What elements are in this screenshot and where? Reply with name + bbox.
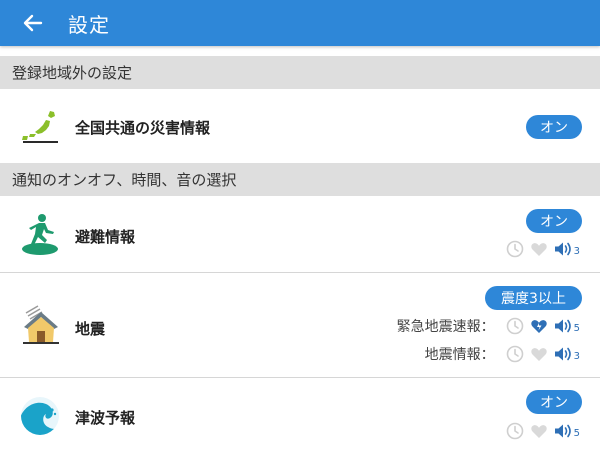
speaker-icon[interactable]: 5 <box>553 422 580 440</box>
row-label: 全国共通の災害情報 <box>75 119 211 137</box>
section-header-notification: 通知のオンオフ、時間、音の選択 <box>0 163 600 196</box>
clock-icon[interactable] <box>505 239 525 259</box>
back-arrow-icon[interactable] <box>22 12 44 34</box>
tsunami-settings: 5 <box>501 421 580 441</box>
app-bar: 設定 <box>0 0 600 46</box>
section-header-outside-region: 登録地域外の設定 <box>0 56 600 89</box>
wave-icon <box>20 396 60 440</box>
japan-map-icon <box>20 109 60 147</box>
eew-label: 緊急地震速報： <box>396 319 495 335</box>
toggle-on-button[interactable]: オン <box>526 209 582 233</box>
house-earthquake-icon <box>18 303 62 351</box>
eew-settings: 緊急地震速報： 5 <box>397 316 580 336</box>
row-earthquake[interactable]: 地震 震度3以上 緊急地震速報： 5 地震情報： 3 <box>0 273 600 377</box>
heart-icon[interactable] <box>529 239 549 259</box>
volume-level: 3 <box>573 351 580 362</box>
row-label: 津波予報 <box>75 409 136 427</box>
earthquake-info-label: 地震情報： <box>424 347 495 363</box>
intensity-threshold-button[interactable]: 震度3以上 <box>485 286 582 310</box>
toggle-on-button[interactable]: オン <box>526 115 582 139</box>
speaker-icon[interactable]: 3 <box>553 240 580 258</box>
toggle-on-button[interactable]: オン <box>526 390 582 414</box>
page-title: 設定 <box>68 12 110 37</box>
clock-icon[interactable] <box>505 316 525 336</box>
row-tsunami[interactable]: 津波予報 オン 5 <box>0 378 600 450</box>
clock-icon[interactable] <box>505 344 525 364</box>
row-common-disaster[interactable]: 全国共通の災害情報 オン <box>0 89 600 163</box>
running-person-icon <box>20 212 60 260</box>
row-label: 地震 <box>75 320 106 338</box>
speaker-icon[interactable]: 3 <box>553 345 580 363</box>
heart-icon[interactable] <box>529 421 549 441</box>
volume-level: 3 <box>573 246 580 257</box>
evacuation-settings: 3 <box>501 239 580 259</box>
clock-icon[interactable] <box>505 421 525 441</box>
heart-icon-active[interactable] <box>529 316 549 336</box>
volume-level: 5 <box>573 428 580 439</box>
earthquake-info-settings: 地震情報： 3 <box>425 344 580 364</box>
row-label: 避難情報 <box>75 228 136 246</box>
row-evacuation[interactable]: 避難情報 オン 3 <box>0 196 600 272</box>
heart-icon[interactable] <box>529 344 549 364</box>
volume-level: 5 <box>573 323 580 334</box>
speaker-icon[interactable]: 5 <box>553 317 580 335</box>
